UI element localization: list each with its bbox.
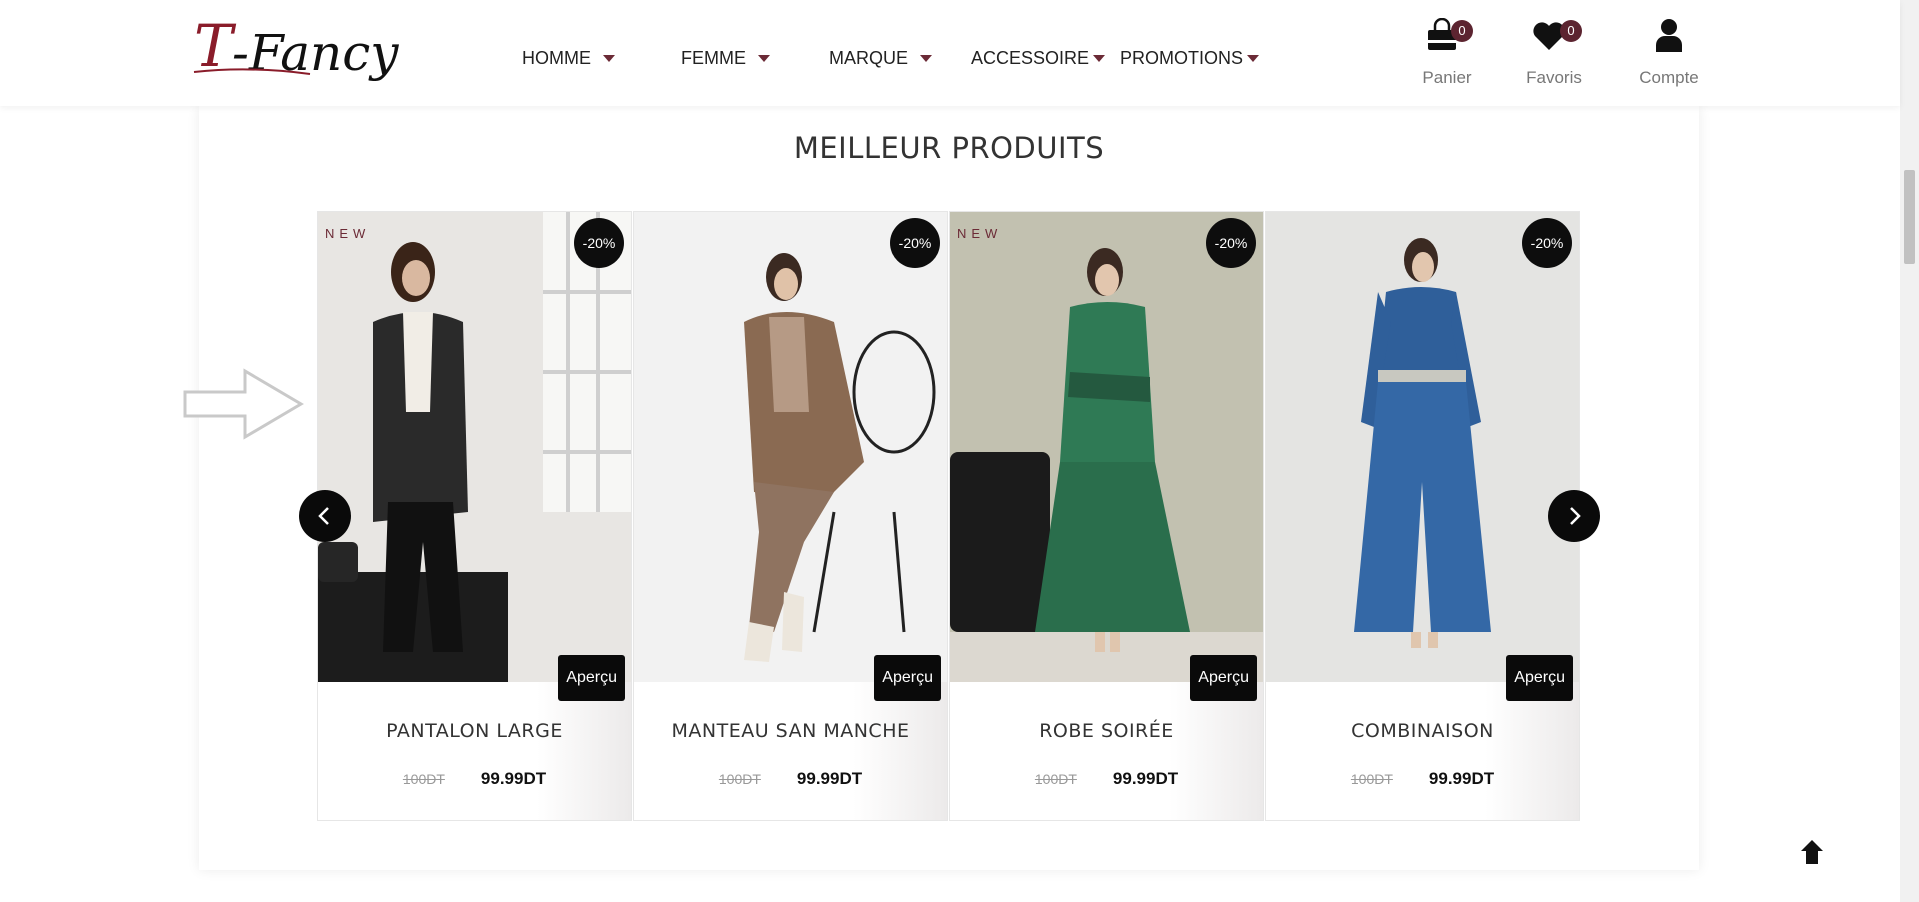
cart-button[interactable]: 0 Panier: [1407, 14, 1487, 88]
new-tag: NEW: [325, 226, 371, 241]
section-title: MEILLEUR PRODUITS: [793, 131, 1105, 165]
caret-down-icon: [920, 55, 933, 62]
site-header: T -Fancy HOMME FEMME MARQUE ACCESSOIRE P…: [0, 0, 1900, 106]
favorites-count-badge: 0: [1560, 20, 1582, 42]
product-card[interactable]: -20% Aperçu COMBINAISON 100DT 99.99DT: [1265, 211, 1580, 821]
user-icon: [1656, 19, 1682, 52]
old-price: 100DT: [1034, 771, 1077, 787]
product-name[interactable]: COMBINAISON: [1266, 720, 1579, 742]
arrow-up-icon[interactable]: [1799, 838, 1825, 866]
favorites-label: Favoris: [1526, 68, 1582, 87]
discount-badge: -20%: [574, 218, 624, 268]
old-price: 100DT: [718, 771, 761, 787]
discount-badge: -20%: [1522, 218, 1572, 268]
product-card[interactable]: NEW -20% Aperçu ROBE SOIRÉE 100DT 99.99D…: [949, 211, 1264, 821]
product-name[interactable]: ROBE SOIRÉE: [950, 720, 1263, 742]
discount-badge: -20%: [1206, 218, 1256, 268]
preview-button[interactable]: Aperçu: [1506, 655, 1573, 701]
cart-label: Panier: [1422, 68, 1472, 87]
old-price: 100DT: [1350, 771, 1393, 787]
account-label: Compte: [1639, 68, 1699, 87]
nav-label: MARQUE: [829, 48, 909, 68]
product-image[interactable]: [950, 212, 1263, 682]
nav-label: FEMME: [681, 48, 746, 68]
product-carousel: NEW -20% Aperçu PANTALON LARGE 100DT 99.…: [317, 211, 1581, 821]
nav-homme[interactable]: HOMME: [522, 48, 615, 69]
nav-label: ACCESSOIRE: [971, 48, 1090, 68]
old-price: 100DT: [402, 771, 445, 787]
nav-marque[interactable]: MARQUE: [829, 48, 933, 69]
nav-label: PROMOTIONS: [1120, 48, 1244, 68]
current-price: 99.99DT: [1428, 769, 1495, 788]
new-tag: NEW: [957, 226, 1003, 241]
chevron-left-icon: [318, 507, 329, 525]
product-card[interactable]: -20% Aperçu MANTEAU SAN MANCHE 100DT 99.…: [633, 211, 948, 821]
price-row: 100DT 99.99DT: [1266, 769, 1579, 789]
hollow-arrow-right-icon: [183, 368, 304, 440]
price-row: 100DT 99.99DT: [318, 769, 631, 789]
nav-label: HOMME: [522, 48, 591, 68]
site-logo[interactable]: T -Fancy: [190, 8, 420, 88]
best-products-section: MEILLEUR PRODUITS NEW -20% Aperçu PANTAL…: [199, 106, 1699, 870]
caret-down-icon: [603, 55, 615, 62]
cart-count-badge: 0: [1451, 20, 1473, 42]
nav-accessoire[interactable]: ACCESSOIRE: [971, 48, 1106, 69]
product-name[interactable]: PANTALON LARGE: [318, 720, 631, 742]
current-price: 99.99DT: [796, 769, 863, 788]
svg-text:-Fancy: -Fancy: [232, 24, 399, 82]
current-price: 99.99DT: [480, 769, 547, 788]
favorites-button[interactable]: 0 Favoris: [1514, 14, 1594, 88]
current-price: 99.99DT: [1112, 769, 1179, 788]
account-button[interactable]: Compte: [1629, 14, 1709, 88]
nav-femme[interactable]: FEMME: [681, 48, 770, 69]
vertical-scrollbar[interactable]: [1900, 0, 1919, 902]
product-image[interactable]: [634, 212, 947, 682]
caret-down-icon: [758, 55, 770, 62]
preview-button[interactable]: Aperçu: [874, 655, 941, 701]
chevron-right-icon: [1570, 507, 1581, 525]
discount-badge: -20%: [890, 218, 940, 268]
caret-down-icon: [1093, 55, 1106, 62]
product-image[interactable]: [318, 212, 631, 682]
product-name[interactable]: MANTEAU SAN MANCHE: [634, 720, 947, 742]
product-image[interactable]: [1266, 212, 1579, 682]
scrollbar-thumb[interactable]: [1904, 170, 1915, 264]
preview-button[interactable]: Aperçu: [558, 655, 625, 701]
preview-button[interactable]: Aperçu: [1190, 655, 1257, 701]
product-card[interactable]: NEW -20% Aperçu PANTALON LARGE 100DT 99.…: [317, 211, 632, 821]
caret-down-icon: [1247, 55, 1260, 62]
price-row: 100DT 99.99DT: [634, 769, 947, 789]
nav-promotions[interactable]: PROMOTIONS: [1120, 48, 1260, 69]
price-row: 100DT 99.99DT: [950, 769, 1263, 789]
carousel-prev-button[interactable]: [299, 490, 351, 542]
carousel-next-button[interactable]: [1548, 490, 1600, 542]
